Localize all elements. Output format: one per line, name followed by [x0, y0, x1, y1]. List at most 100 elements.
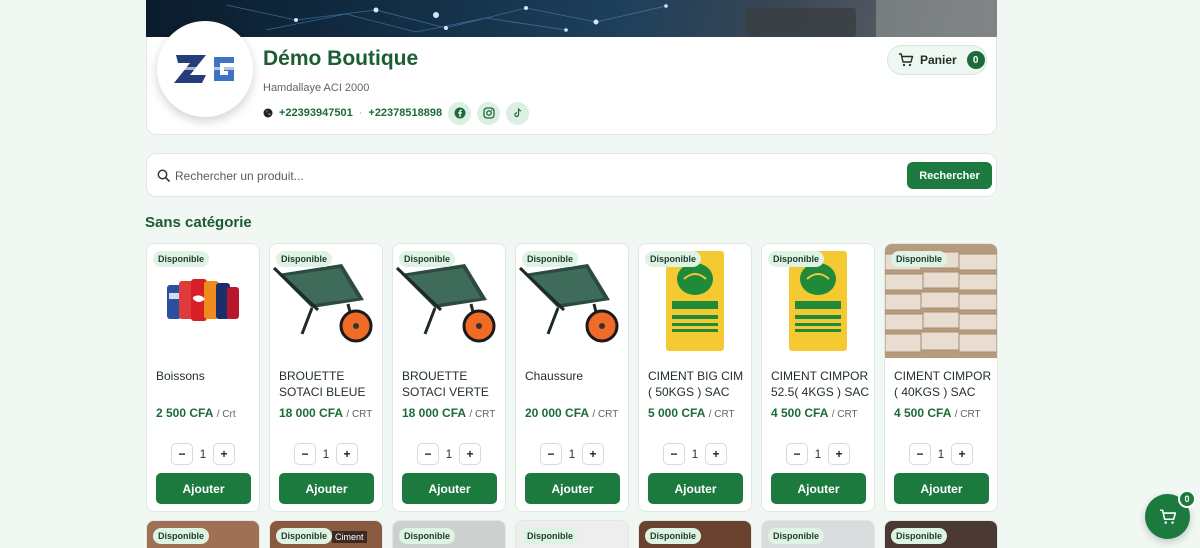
availability-badge: Disponible: [276, 251, 333, 267]
store-address: Hamdallaye ACI 2000: [263, 82, 370, 94]
product-card[interactable]: Disponible Chaussure 20 000 CFA / CRT −1 + Aj…: [515, 243, 629, 512]
tiktok-icon[interactable]: [506, 101, 530, 125]
phone-link-1[interactable]: +22393947501: [279, 107, 353, 119]
store-logo: [157, 21, 253, 117]
floating-cart-button[interactable]: 0: [1145, 490, 1196, 539]
phone-link-2[interactable]: +22378518898: [368, 107, 442, 119]
product-price: 20 000 CFA / CRT: [525, 406, 618, 420]
add-to-cart-button[interactable]: Ajouter: [156, 473, 251, 504]
store-header-card: Démo Boutique Hamdallaye ACI 2000 +22393…: [146, 21, 997, 135]
decrement-button[interactable]: −: [786, 443, 808, 465]
product-price: 18 000 CFA / CRT: [279, 406, 372, 420]
price-amount: 4 500 CFA: [894, 406, 952, 420]
product-card[interactable]: Disponible CIMENT CIMPOR 52.5( 4KGS ) SAC…: [761, 243, 875, 512]
quantity-value: 1: [322, 447, 330, 461]
product-card[interactable]: Disponible BROUETTE SOTACI BLEUE 18 000 CF…: [269, 243, 383, 512]
phone-separator: ·: [358, 107, 363, 119]
product-price: 2 500 CFA / Crt: [156, 406, 236, 420]
product-card[interactable]: Disponible BROUETTE SOTACI VERTE 18 000 CF…: [392, 243, 506, 512]
product-price: 4 500 CFA / CRT: [771, 406, 858, 420]
product-card[interactable]: Disponible: [515, 520, 629, 548]
decrement-button[interactable]: −: [909, 443, 931, 465]
increment-button[interactable]: +: [582, 443, 604, 465]
availability-badge: Disponible: [153, 251, 210, 267]
decrement-button[interactable]: −: [294, 443, 316, 465]
add-to-cart-button[interactable]: Ajouter: [648, 473, 743, 504]
product-card[interactable]: Disponible Boissons 2 500 CFA / Crt −1 + Ajou…: [146, 243, 260, 512]
price-unit: / CRT: [954, 409, 981, 420]
availability-badge: Disponible: [153, 528, 210, 544]
product-name[interactable]: BROUETTE SOTACI BLEUE: [279, 368, 379, 400]
increment-button[interactable]: +: [459, 443, 481, 465]
facebook-icon[interactable]: [448, 101, 472, 125]
quantity-stepper: −1 +: [171, 443, 235, 465]
search-button[interactable]: Rechercher: [907, 162, 992, 189]
increment-button[interactable]: +: [213, 443, 235, 465]
availability-badge: Disponible: [768, 528, 825, 544]
product-name[interactable]: CIMENT CIMPOR 52.5( 4KGS ) SAC: [771, 368, 871, 400]
add-to-cart-button[interactable]: Ajouter: [279, 473, 374, 504]
store-name: Démo Boutique: [263, 47, 419, 70]
search-bar: Rechercher: [146, 153, 997, 197]
quantity-stepper: −1 +: [417, 443, 481, 465]
product-card[interactable]: Disponible CIMENT CIMPOR ( 40KGS ) SAC 4 5…: [884, 243, 998, 512]
category-title: Sans catégorie: [145, 214, 252, 231]
add-to-cart-button[interactable]: Ajouter: [525, 473, 620, 504]
increment-button[interactable]: +: [951, 443, 973, 465]
product-card[interactable]: Disponible Ciment: [269, 520, 383, 548]
instagram-icon[interactable]: [477, 101, 501, 125]
availability-badge: Disponible: [399, 251, 456, 267]
availability-badge: Disponible: [276, 528, 333, 544]
product-price: 4 500 CFA / CRT: [894, 406, 981, 420]
product-card[interactable]: Disponible: [884, 520, 998, 548]
product-name[interactable]: BROUETTE SOTACI VERTE: [402, 368, 502, 400]
add-to-cart-button[interactable]: Ajouter: [402, 473, 497, 504]
product-price: 18 000 CFA / CRT: [402, 406, 495, 420]
product-card[interactable]: Disponible: [761, 520, 875, 548]
product-name[interactable]: CIMENT CIMPOR ( 40KGS ) SAC: [894, 368, 994, 400]
quantity-value: 1: [937, 447, 945, 461]
search-icon: [157, 169, 170, 182]
cart-count-badge: 0: [966, 51, 985, 69]
quantity-stepper: −1 +: [786, 443, 850, 465]
product-card[interactable]: Disponible: [392, 520, 506, 548]
product-name[interactable]: CIMENT BIG CIM ( 50KGS ) SAC: [648, 368, 748, 400]
cart-icon: [899, 53, 914, 67]
decrement-button[interactable]: −: [171, 443, 193, 465]
add-to-cart-button[interactable]: Ajouter: [771, 473, 866, 504]
cart-button[interactable]: Panier 0: [887, 45, 987, 75]
cart-icon: [1159, 508, 1176, 524]
product-name[interactable]: Boissons: [156, 368, 256, 384]
increment-button[interactable]: +: [336, 443, 358, 465]
quantity-stepper: −1 +: [540, 443, 604, 465]
whatsapp-icon: [263, 108, 273, 118]
increment-button[interactable]: +: [705, 443, 727, 465]
decrement-button[interactable]: −: [540, 443, 562, 465]
product-card[interactable]: Disponible: [146, 520, 260, 548]
quantity-value: 1: [691, 447, 699, 461]
availability-badge: Disponible: [891, 251, 948, 267]
search-input[interactable]: [175, 163, 875, 189]
quantity-stepper: −1 +: [294, 443, 358, 465]
product-name[interactable]: Chaussure: [525, 368, 625, 384]
quantity-value: 1: [199, 447, 207, 461]
price-unit: / CRT: [831, 409, 858, 420]
decrement-button[interactable]: −: [417, 443, 439, 465]
availability-badge: Disponible: [891, 528, 948, 544]
price-unit: / CRT: [469, 409, 496, 420]
price-unit: / CRT: [346, 409, 373, 420]
add-to-cart-button[interactable]: Ajouter: [894, 473, 989, 504]
increment-button[interactable]: +: [828, 443, 850, 465]
availability-badge: Disponible: [399, 528, 456, 544]
price-amount: 20 000 CFA: [525, 406, 590, 420]
quantity-value: 1: [814, 447, 822, 461]
quantity-stepper: −1 +: [663, 443, 727, 465]
price-amount: 5 000 CFA: [648, 406, 706, 420]
price-unit: / CRT: [592, 409, 619, 420]
availability-badge: Disponible: [645, 251, 702, 267]
product-card[interactable]: Disponible: [638, 520, 752, 548]
product-card[interactable]: Disponible CIMENT BIG CIM ( 50KGS ) SAC 5 …: [638, 243, 752, 512]
price-amount: 18 000 CFA: [402, 406, 467, 420]
price-amount: 18 000 CFA: [279, 406, 344, 420]
decrement-button[interactable]: −: [663, 443, 685, 465]
